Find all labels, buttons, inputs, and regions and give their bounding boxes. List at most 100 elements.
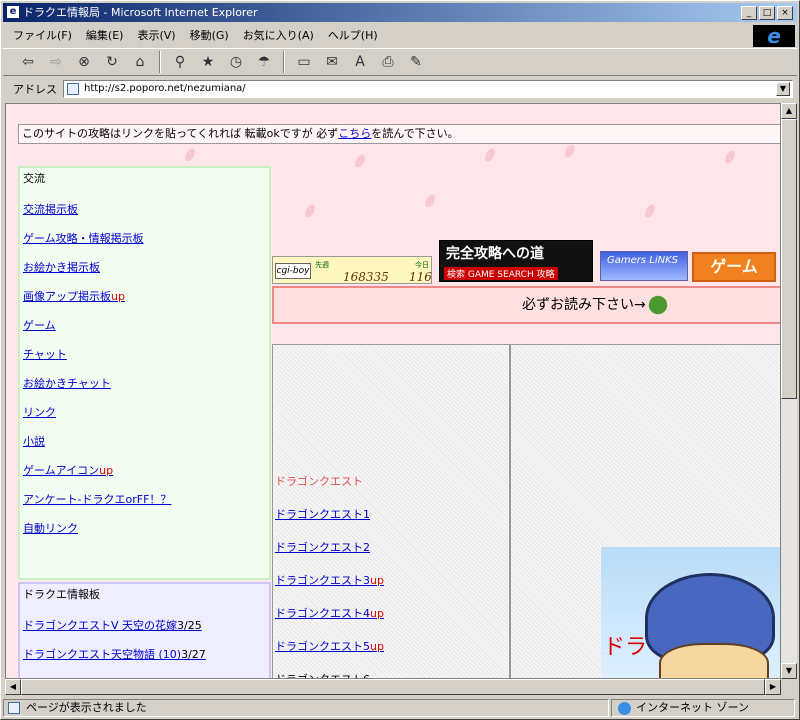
guide-banner-sub: 検索 GAME SEARCH 攻略 (444, 267, 558, 280)
forward-icon[interactable]: ⇨ (45, 51, 67, 73)
address-bar: アドレス http://s2.poporo.net/nezumiana/ ▼ (3, 78, 797, 100)
menu-view[interactable]: 表示(V) (137, 27, 175, 43)
window-title: ドラクエ情報局 - Microsoft Internet Explorer (23, 6, 258, 19)
counter-today: 116 (409, 270, 432, 284)
notice-text-end: を読んで下さい。 (371, 127, 459, 140)
illustration-text: ドラ (603, 635, 648, 660)
guide-banner[interactable]: 完全攻略への道 検索 GAME SEARCH 攻略 (439, 240, 593, 282)
ie-logo: e (753, 25, 795, 47)
history-icon[interactable]: ◷ (225, 51, 247, 73)
link-dq-tenku[interactable]: ドラゴンクエスト天空物語 (10)3/27 (23, 638, 266, 671)
petal-decoration (353, 152, 367, 170)
link-dq3[interactable]: ドラゴンクエスト3up (275, 572, 505, 605)
zone-text: インターネット ゾーン (636, 701, 749, 714)
up-badge: up (370, 607, 384, 620)
counter-brand: cgi-boy (275, 263, 311, 279)
page-icon (67, 83, 79, 95)
browser-window: e ドラクエ情報局 - Microsoft Internet Explorer … (0, 0, 800, 720)
link-dq1[interactable]: ドラゴンクエスト1 (275, 506, 505, 539)
scroll-up-button[interactable]: ▲ (781, 103, 797, 119)
fullscreen-icon[interactable]: ▭ (293, 51, 315, 73)
mail-icon[interactable]: ✉ (321, 51, 343, 73)
menu-go[interactable]: 移動(G) (190, 27, 229, 43)
dq-info-board: ドラクエ情報板 ドラゴンクエストV 天空の花嫁3/25 ドラゴンクエスト天空物語… (18, 582, 271, 678)
dq6-cutoff-text: ドラゴンクエスト6 (275, 671, 505, 678)
scroll-thumb[interactable] (781, 119, 797, 399)
scroll-thumb-horizontal[interactable] (21, 679, 765, 695)
must-read-bar[interactable]: 必ずお読み下さい→ (272, 286, 780, 324)
status-message-pane: ページが表示されました (3, 699, 609, 717)
menu-file[interactable]: ファイル(F) (13, 27, 72, 43)
scroll-right-button[interactable]: ▶ (765, 679, 781, 695)
favorites-icon[interactable]: ★ (197, 51, 219, 73)
stop-icon[interactable]: ⊗ (73, 51, 95, 73)
print-icon[interactable]: ⎙ (377, 51, 399, 73)
home-icon[interactable]: ⌂ (129, 51, 151, 73)
access-counter[interactable]: cgi-boy 先週 今日 168335 116 (272, 256, 432, 284)
counter-total-label: 先週 (315, 261, 329, 269)
dq-info-heading: ドラクエ情報板 (23, 588, 100, 601)
exchange-menu: 交流 交流掲示板 ゲーム攻略・情報掲示板 お絵かき掲示板 画像アップ掲示板up … (18, 166, 271, 580)
link-dq4[interactable]: ドラゴンクエスト4up (275, 605, 505, 638)
petal-decoration (643, 202, 657, 220)
petal-decoration (423, 192, 437, 210)
petal-decoration (723, 148, 737, 166)
status-message: ページが表示されました (26, 701, 147, 714)
link-auto-link[interactable]: 自動リンク (23, 512, 266, 545)
back-icon[interactable]: ⇦ (17, 51, 39, 73)
address-url: http://s2.poporo.net/nezumiana/ (84, 83, 246, 94)
notice-text: このサイトの攻略はリンクを貼ってくれれば 転載okですが 必ず (22, 127, 339, 140)
scroll-down-button[interactable]: ▼ (781, 663, 797, 679)
maximize-button[interactable]: □ (759, 6, 775, 20)
address-label: アドレス (13, 83, 57, 96)
title-bar: e ドラクエ情報局 - Microsoft Internet Explorer … (3, 3, 797, 22)
refresh-icon[interactable]: ↻ (101, 51, 123, 73)
content-column-right: ドラ (510, 344, 780, 678)
address-dropdown-button[interactable]: ▼ (776, 82, 790, 96)
site-notice: このサイトの攻略はリンクを貼ってくれれば 転載okですが 必ずこちらを読んで下さ… (18, 124, 780, 144)
font-icon[interactable]: A (349, 51, 371, 73)
address-input[interactable]: http://s2.poporo.net/nezumiana/ ▼ (63, 80, 793, 98)
menu-edit[interactable]: 編集(E) (86, 27, 124, 43)
menu-favorites[interactable]: お気に入り(A) (243, 27, 314, 43)
post-date: 3/27 (181, 648, 206, 661)
petal-decoration (563, 142, 577, 160)
up-badge: up (370, 640, 384, 653)
close-button[interactable]: × (777, 6, 793, 20)
toolbar-separator (159, 51, 161, 73)
channels-icon[interactable]: ☂ (253, 51, 275, 73)
globe-icon (618, 702, 631, 715)
game-banner[interactable]: ゲーム (692, 252, 776, 282)
tree-icon[interactable] (645, 294, 670, 316)
exchange-heading: 交流 (23, 172, 45, 185)
character-illustration: ドラ (601, 547, 780, 678)
petal-decoration (303, 202, 317, 220)
vertical-scrollbar[interactable]: ▲ ▼ (781, 103, 797, 679)
gamers-links-banner[interactable]: Gamers LiNKS (600, 251, 688, 281)
search-icon[interactable]: ⚲ (169, 51, 191, 73)
notice-link[interactable]: こちら (338, 127, 371, 140)
guide-banner-title: 完全攻略への道 (446, 246, 544, 262)
content-column-left: ドラゴンクエスト ドラゴンクエスト1 ドラゴンクエスト2 ドラゴンクエスト3up… (272, 344, 510, 678)
standard-toolbar: ⇦ ⇨ ⊗ ↻ ⌂ ⚲ ★ ◷ ☂ ▭ ✉ A ⎙ ✎ (3, 48, 797, 76)
banner-row: cgi-boy 先週 今日 168335 116 完全攻略への道 検索 GAME… (272, 238, 780, 284)
horizontal-scrollbar[interactable]: ◀ ▶ (5, 679, 781, 695)
status-bar: ページが表示されました インターネット ゾーン (3, 698, 797, 718)
link-dq5[interactable]: ドラゴンクエスト5up (275, 638, 505, 671)
edit-icon[interactable]: ✎ (405, 51, 427, 73)
petal-decoration (183, 146, 197, 164)
face-shape (659, 643, 769, 678)
page-done-icon (8, 702, 20, 714)
menu-help[interactable]: ヘルプ(H) (328, 27, 378, 43)
up-badge: up (370, 574, 384, 587)
petal-decoration (483, 146, 497, 164)
link-dq2[interactable]: ドラゴンクエスト2 (275, 539, 505, 572)
dq-series-heading: ドラゴンクエスト (275, 475, 363, 488)
menu-bar: ファイル(F) 編集(E) 表示(V) 移動(G) お気に入り(A) ヘルプ(H… (3, 24, 797, 46)
scroll-left-button[interactable]: ◀ (5, 679, 21, 695)
ie-page-icon: e (6, 5, 20, 19)
zone-pane: インターネット ゾーン (611, 699, 795, 717)
post-date: 3/25 (177, 619, 202, 632)
minimize-button[interactable]: _ (741, 6, 757, 20)
counter-total: 168335 (343, 270, 389, 284)
